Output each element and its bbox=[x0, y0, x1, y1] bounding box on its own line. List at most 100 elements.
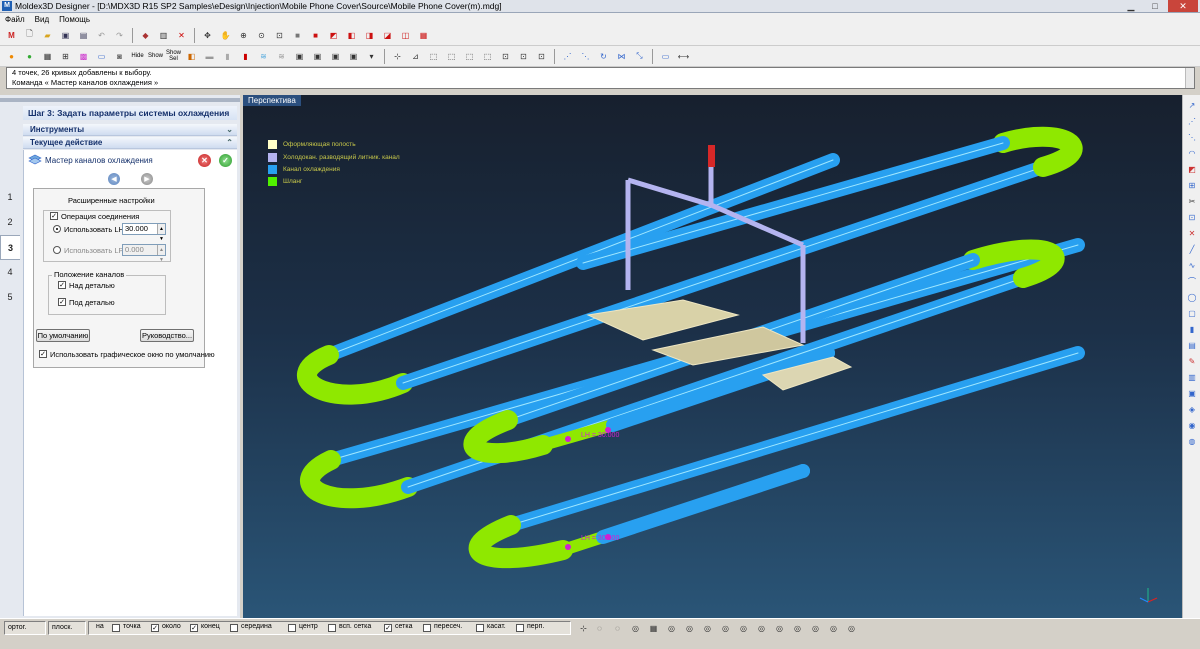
insert-icon[interactable]: ≋ bbox=[274, 49, 289, 64]
redo-icon[interactable]: ↷ bbox=[112, 28, 127, 43]
snap-mode-icon-7[interactable]: ◎ bbox=[702, 623, 713, 634]
snap-mode-icon-12[interactable]: ◎ bbox=[792, 623, 803, 634]
pan-hand-icon[interactable]: ✋ bbox=[218, 28, 233, 43]
point-tool-icon[interactable]: ⋱ bbox=[1186, 131, 1198, 143]
lp-value-field[interactable]: 0.000 ▲ ▼ bbox=[122, 244, 166, 263]
undo-icon[interactable]: ↶ bbox=[94, 28, 109, 43]
eraser-icon[interactable]: ◆ bbox=[138, 28, 153, 43]
step-3-active[interactable]: 3 bbox=[0, 235, 20, 260]
part-icon[interactable]: ▬ bbox=[202, 49, 217, 64]
view-front-icon[interactable]: ■ bbox=[290, 28, 305, 43]
vector-icon[interactable]: ⋰ bbox=[560, 49, 575, 64]
snap-mode-icon-13[interactable]: ◎ bbox=[810, 623, 821, 634]
confirm-icon[interactable]: ✓ bbox=[219, 154, 232, 167]
moldbase3-icon[interactable]: ▣ bbox=[328, 49, 343, 64]
snap-point-checkbox[interactable] bbox=[112, 624, 120, 632]
step-1[interactable]: 1 bbox=[0, 185, 20, 210]
cylinder-tool-icon[interactable]: ▮ bbox=[1186, 323, 1198, 335]
ortho-toggle[interactable]: ортог. bbox=[4, 621, 46, 635]
panel-gripper[interactable] bbox=[0, 98, 240, 102]
pick-line-icon[interactable]: ⊡ bbox=[516, 49, 531, 64]
view-iso-icon[interactable]: ◨ bbox=[362, 28, 377, 43]
monitor-icon[interactable]: ▭ bbox=[94, 49, 109, 64]
snap-tangent-checkbox[interactable] bbox=[476, 624, 484, 632]
delete-icon[interactable]: ✕ bbox=[174, 28, 189, 43]
3d-viewport[interactable]: LH = 30.000 LH = 30.000 bbox=[243, 95, 1182, 618]
zoom-fit-icon[interactable]: ⊡ bbox=[272, 28, 287, 43]
moldbase2-icon[interactable]: ▣ bbox=[310, 49, 325, 64]
mirror-icon[interactable]: ⋈ bbox=[614, 49, 629, 64]
zoom-icon[interactable]: ⊕ bbox=[236, 28, 251, 43]
snap-mode-icon-10[interactable]: ◎ bbox=[756, 623, 767, 634]
snap-mode-icon-14[interactable]: ◎ bbox=[828, 623, 839, 634]
scale-icon[interactable]: ⤡ bbox=[632, 49, 647, 64]
trim-tool-icon[interactable]: ✂ bbox=[1186, 195, 1198, 207]
shade-icon[interactable]: ● bbox=[4, 49, 19, 64]
snap-mode-icon-2[interactable]: ◌ bbox=[612, 623, 623, 634]
moldbase4-icon[interactable]: ▣ bbox=[346, 49, 361, 64]
runner-icon[interactable]: ▮ bbox=[238, 49, 253, 64]
select-all-icon[interactable]: ⬚ bbox=[480, 49, 495, 64]
snap-mode-icon-4[interactable]: ▦ bbox=[648, 623, 659, 634]
line-tool-icon[interactable]: ╱ bbox=[1186, 243, 1198, 255]
snap-mode-icon-15[interactable]: ◎ bbox=[846, 623, 857, 634]
snap-mode-icon-5[interactable]: ◎ bbox=[666, 623, 677, 634]
polyline-tool-icon[interactable]: ⋰ bbox=[1186, 115, 1198, 127]
close-window-button[interactable]: ✕ bbox=[1168, 0, 1198, 12]
lp-spinner[interactable]: ▲ ▼ bbox=[157, 245, 165, 263]
maximize-button[interactable]: □ bbox=[1144, 0, 1166, 12]
view-back-icon[interactable]: ◪ bbox=[380, 28, 395, 43]
menu-file[interactable]: Файл bbox=[0, 15, 30, 24]
curve-tool-icon[interactable]: ↗ bbox=[1186, 99, 1198, 111]
show-sel-button[interactable]: Show Sel bbox=[166, 50, 181, 62]
check-tool-icon[interactable]: ◉ bbox=[1186, 419, 1198, 431]
expand-chevron-icon[interactable]: ⌄ bbox=[226, 124, 233, 136]
perspective-tab[interactable]: Перспектива bbox=[243, 95, 301, 106]
snap-aux-grid-checkbox[interactable] bbox=[328, 624, 336, 632]
step-5[interactable]: 5 bbox=[0, 285, 20, 310]
app-menu-icon[interactable]: M bbox=[4, 28, 19, 43]
next-arrow-icon[interactable]: ▶ bbox=[141, 173, 153, 185]
color-palette-icon[interactable]: ▩ bbox=[76, 49, 91, 64]
minimize-button[interactable]: ▁ bbox=[1120, 0, 1142, 12]
bend-tool-icon[interactable]: ⌒ bbox=[1186, 275, 1198, 287]
show-button[interactable]: Show bbox=[148, 53, 163, 59]
menu-help[interactable]: Помощь bbox=[54, 15, 95, 24]
lh-value-field[interactable]: 30.000 ▲ ▼ bbox=[122, 223, 166, 242]
menu-view[interactable]: Вид bbox=[30, 15, 54, 24]
select-box-icon[interactable]: ⬚ bbox=[444, 49, 459, 64]
connection-op-checkbox[interactable]: ✓ bbox=[50, 212, 58, 220]
collapse-chevron-icon[interactable]: ⌃ bbox=[226, 137, 233, 149]
snap-perp-checkbox[interactable] bbox=[516, 624, 524, 632]
view-side-icon[interactable]: ◧ bbox=[344, 28, 359, 43]
mesh-icon[interactable]: ⊞ bbox=[58, 49, 73, 64]
snap-intersect-checkbox[interactable] bbox=[423, 624, 431, 632]
new-file-icon[interactable]: 🗋 bbox=[22, 28, 37, 43]
above-part-checkbox[interactable]: ✓ bbox=[58, 281, 66, 289]
window-icon[interactable]: ▭ bbox=[658, 49, 673, 64]
cooling-system-scene[interactable]: LH = 30.000 LH = 30.000 bbox=[243, 95, 1182, 618]
snap-icon[interactable]: ⊹ bbox=[390, 49, 405, 64]
snap-mode-icon-1[interactable]: ◌ bbox=[594, 623, 605, 634]
cancel-icon[interactable]: ✕ bbox=[198, 154, 211, 167]
snap-center-checkbox[interactable] bbox=[288, 624, 296, 632]
book-tool-icon[interactable]: ▥ bbox=[1186, 371, 1198, 383]
pick-cursor-icon[interactable]: ⊹ bbox=[578, 623, 589, 634]
repair-tool-icon[interactable]: ◍ bbox=[1186, 435, 1198, 447]
current-action-header[interactable]: Текущее действие ⌃ bbox=[23, 137, 237, 149]
open-folder-icon[interactable]: ▰ bbox=[40, 28, 55, 43]
attribute-icon[interactable]: ◧ bbox=[184, 49, 199, 64]
snap-end-checkbox[interactable]: ✓ bbox=[190, 624, 198, 632]
guide-button[interactable]: Руководство... bbox=[140, 329, 194, 342]
select-face-icon[interactable]: ⬚ bbox=[462, 49, 477, 64]
step-2[interactable]: 2 bbox=[0, 210, 20, 235]
measure-icon[interactable]: ⊿ bbox=[408, 49, 423, 64]
pick-last-icon[interactable]: ⊡ bbox=[534, 49, 549, 64]
circle-tool-icon[interactable]: ◯ bbox=[1186, 291, 1198, 303]
properties-icon[interactable]: ▥ bbox=[156, 28, 171, 43]
snap-mode-icon-9[interactable]: ◎ bbox=[738, 623, 749, 634]
node-icon[interactable]: ⋱ bbox=[578, 49, 593, 64]
view-bottom-icon[interactable]: ◫ bbox=[398, 28, 413, 43]
offset-tool-icon[interactable]: ⊞ bbox=[1186, 179, 1198, 191]
moldbase-icon[interactable]: ▣ bbox=[292, 49, 307, 64]
